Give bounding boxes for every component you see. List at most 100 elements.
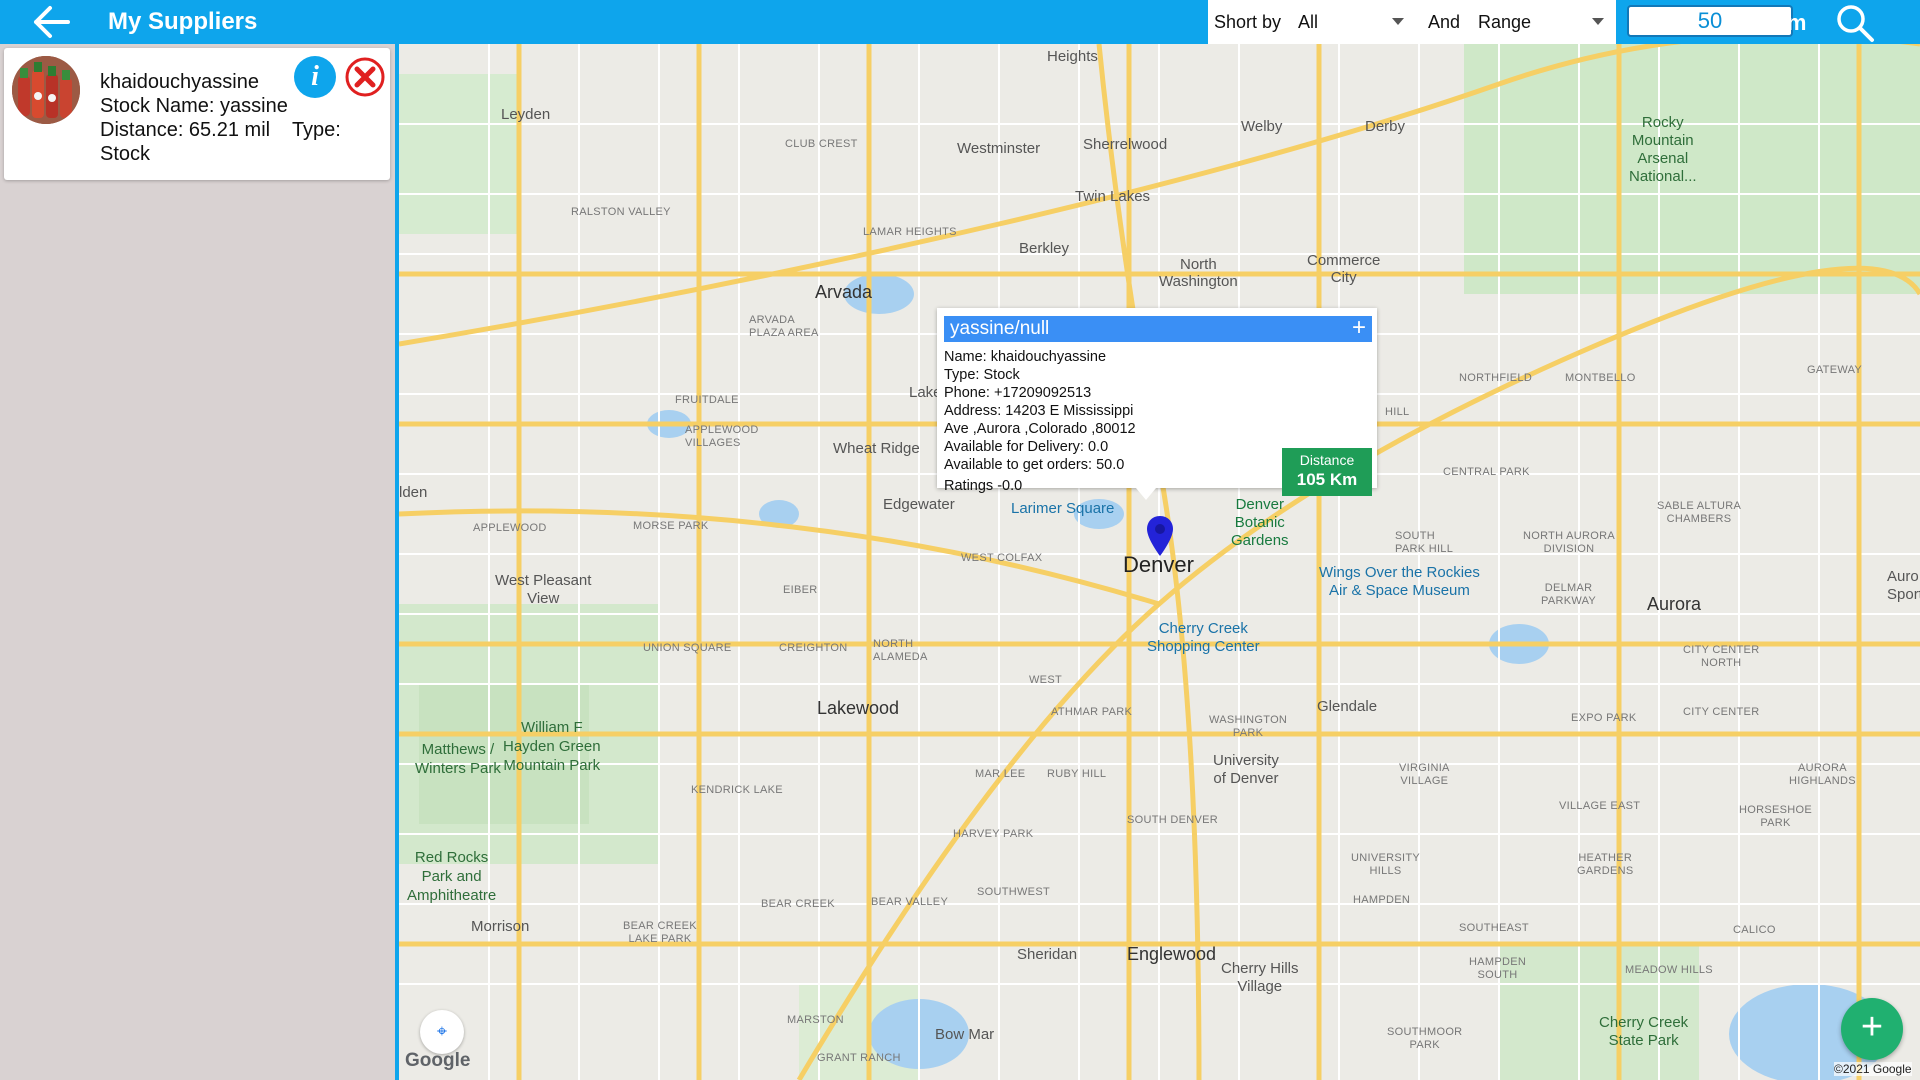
place-label: FRUITDALE: [675, 394, 739, 406]
place-label: Auro Sports: [1887, 568, 1920, 603]
place-label: SOUTH DENVER: [1127, 814, 1218, 826]
sort-select-value: All: [1298, 12, 1319, 32]
place-label: Englewood: [1127, 944, 1217, 964]
place-label: MARSTON: [787, 1014, 844, 1026]
copyright-text: ©2021 Google: [1834, 1062, 1912, 1076]
place-label: CREIGHTON: [779, 642, 848, 654]
place-label: HEATHER GARDENS: [1577, 852, 1634, 877]
place-label: Edgewater: [883, 496, 955, 513]
place-label: Aurora: [1647, 594, 1702, 614]
place-label: LAMAR HEIGHTS: [863, 226, 957, 238]
place-label: MORSE PARK: [633, 520, 709, 532]
arrow-left-icon: [34, 6, 70, 38]
place-label: RUBY HILL: [1047, 768, 1107, 780]
place-label: AURORA HIGHLANDS: [1789, 762, 1856, 787]
place-label: Arvada: [815, 282, 873, 302]
place-label: UNION SQUARE: [643, 642, 732, 654]
search-icon: [1837, 5, 1874, 42]
place-label: GATEWAY: [1807, 364, 1863, 376]
add-button[interactable]: +: [1841, 998, 1903, 1060]
range-select[interactable]: Range: [1478, 12, 1608, 33]
range-select-value: Range: [1478, 12, 1532, 32]
info-button[interactable]: i: [294, 56, 336, 98]
place-label: Bow Mar: [935, 1026, 995, 1043]
place-label: VILLAGE EAST: [1559, 800, 1641, 812]
place-label: Leyden: [501, 106, 551, 123]
popup-type: Type: Stock: [944, 367, 1020, 383]
my-location-icon: ⌖: [436, 1021, 448, 1041]
place-label: Westminster: [957, 140, 1041, 157]
popup-orders: Available to get orders: 50.0: [944, 457, 1125, 473]
place-label: EIBER: [783, 584, 818, 596]
place-label: NORTH AURORA DIVISION: [1523, 530, 1616, 555]
supplier-card[interactable]: khaidouchyassine Stock Name: yassine Dis…: [4, 48, 390, 180]
google-logo: Google: [405, 1050, 471, 1071]
supplier-list: khaidouchyassine Stock Name: yassine Dis…: [0, 44, 395, 1080]
place-label: Derby: [1365, 118, 1406, 135]
place-label: Sherrelwood: [1083, 136, 1168, 153]
info-window-header: yassine/null +: [944, 316, 1372, 342]
place-label: Cherry Hills Village: [1221, 960, 1299, 995]
place-label: HILL: [1385, 406, 1410, 418]
place-label: Glendale: [1317, 698, 1378, 715]
search-button[interactable]: [1834, 2, 1876, 44]
place-label: Larimer Square: [1011, 500, 1115, 517]
place-label: Welby: [1241, 118, 1283, 135]
delete-button[interactable]: [344, 56, 386, 98]
place-label: MEADOW HILLS: [1625, 964, 1713, 976]
place-label: NORTH ALAMEDA: [873, 638, 928, 663]
chevron-down-icon: [1392, 18, 1404, 25]
chevron-down-icon: [1592, 18, 1604, 25]
plus-icon[interactable]: +: [1352, 316, 1366, 340]
place-label: UNIVERSITY HILLS: [1351, 852, 1421, 877]
place-label: Rocky Mountain Arsenal National...: [1629, 114, 1697, 185]
place-label: DELMAR PARKWAY: [1541, 582, 1597, 607]
place-label: SOUTH PARK HILL: [1395, 530, 1454, 555]
map-view[interactable]: Heights Leyden CLUB CREST Westminster Sh…: [399, 44, 1920, 1080]
place-label: SOUTHEAST: [1459, 922, 1529, 934]
place-label: BEAR CREEK LAKE PARK: [623, 920, 697, 945]
supplier-distance-type: Distance: 65.21 mil Type:: [100, 119, 341, 141]
my-location-button[interactable]: ⌖: [420, 1010, 464, 1054]
page-title: My Suppliers: [108, 8, 258, 35]
place-label: ARVADA PLAZA AREA: [749, 314, 819, 339]
popup-address-line2: Ave ,Aurora ,Colorado ,80012: [944, 421, 1136, 437]
place-label: CALICO: [1733, 924, 1776, 936]
place-label: HORSESHOE PARK: [1739, 804, 1812, 829]
info-window-tail: [1136, 488, 1156, 500]
place-label: BEAR CREEK: [761, 898, 835, 910]
and-label: And: [1428, 12, 1461, 32]
place-label: KENDRICK LAKE: [691, 784, 783, 796]
filter-panel: Short by All And Range: [1208, 0, 1616, 44]
place-label: ATHMAR PARK: [1051, 706, 1133, 718]
place-label: Twin Lakes: [1075, 188, 1151, 205]
back-button[interactable]: [28, 4, 78, 40]
app-bar: My Suppliers Short by All And Range 50 K…: [0, 0, 1920, 44]
place-label: West Pleasant View: [495, 572, 592, 607]
info-window-title: yassine/null: [950, 318, 1050, 339]
place-label: Morrison: [471, 918, 530, 935]
info-icon: i: [311, 61, 319, 92]
place-label: HARVEY PARK: [953, 828, 1034, 840]
sort-select[interactable]: All: [1298, 12, 1408, 33]
plus-icon: +: [1860, 1006, 1884, 1048]
place-label: SOUTHMOOR PARK: [1387, 1026, 1463, 1051]
popup-name: Name: khaidouchyassine: [944, 349, 1107, 365]
place-label: William F Hayden Green Mountain Park: [503, 719, 601, 774]
supplier-marker[interactable]: [1145, 514, 1175, 558]
popup-delivery: Available for Delivery: 0.0: [944, 439, 1109, 455]
place-label: APPLEWOOD: [473, 522, 547, 534]
place-label: BEAR VALLEY: [871, 896, 949, 908]
range-input[interactable]: 50: [1627, 5, 1793, 37]
place-label: WEST: [1029, 674, 1062, 686]
popup-address-line1: Address: 14203 E Mississippi: [944, 403, 1134, 419]
supplier-stock-name: Stock Name: yassine: [100, 95, 288, 117]
place-label: University of Denver: [1213, 752, 1279, 787]
place-label: CITY CENTER: [1683, 706, 1760, 718]
info-window: yassine/null + Name: khaidouchyassine Ty…: [937, 308, 1377, 496]
place-label: lden: [399, 484, 428, 501]
place-label: Berkley: [1019, 240, 1070, 257]
place-label: HAMPDEN SOUTH: [1469, 956, 1527, 981]
place-label: Cherry Creek Shopping Center: [1147, 620, 1260, 655]
place-label: CLUB CREST: [785, 138, 858, 150]
